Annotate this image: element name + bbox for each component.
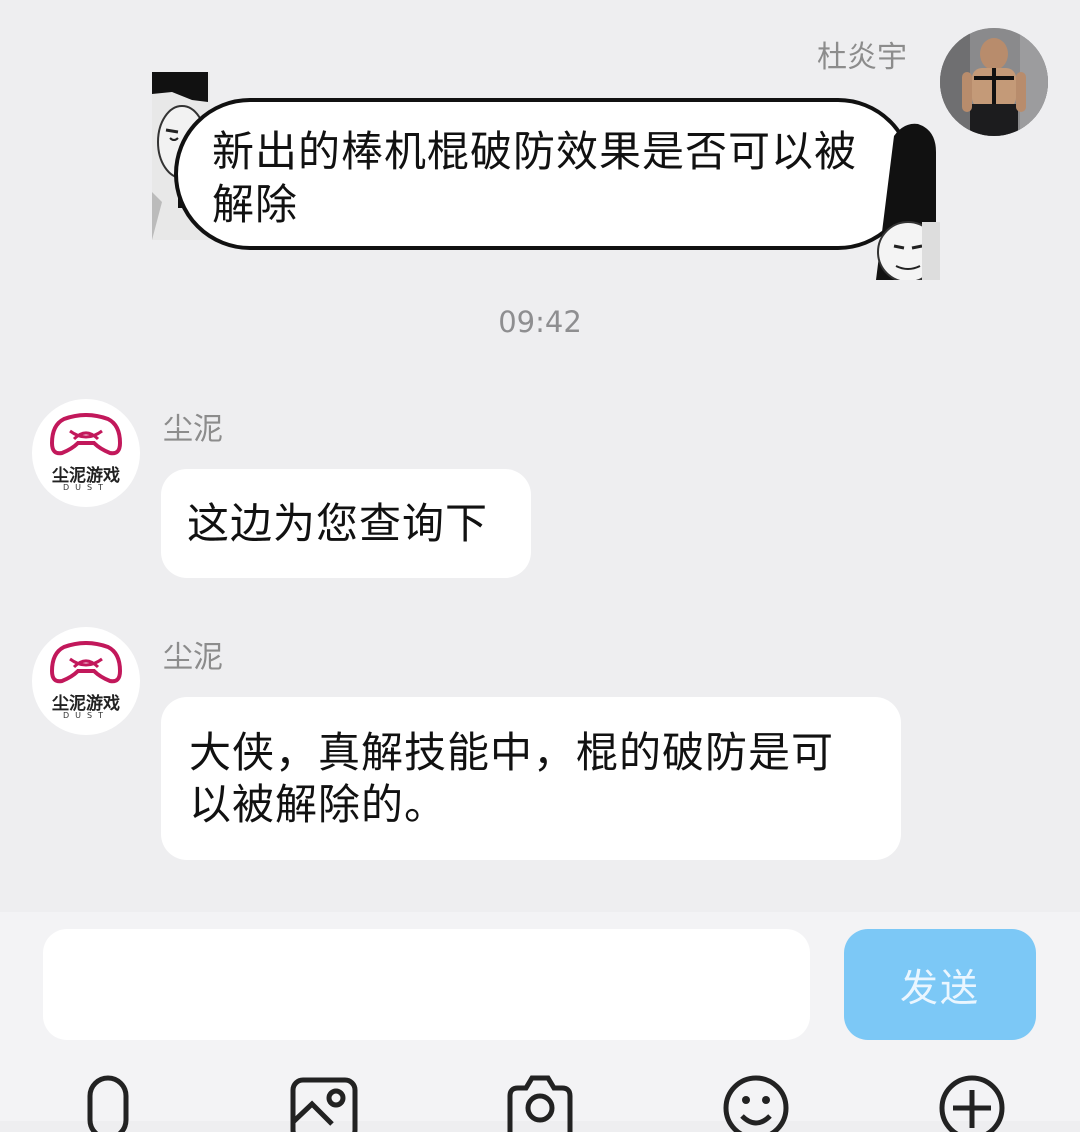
avatar-dust[interactable]: 尘泥游戏 DUST <box>32 399 140 507</box>
message-text-self: 新出的棒机棍破防效果是否可以被解除 <box>212 127 858 229</box>
avatar-self[interactable] <box>940 28 1048 136</box>
sender-name: 尘泥 <box>163 412 223 447</box>
sender-name-self: 杜炎宇 <box>817 40 907 75</box>
camera-icon[interactable] <box>504 1072 576 1132</box>
brand-logo-sub: DUST <box>63 711 109 720</box>
emoji-icon[interactable] <box>720 1072 792 1132</box>
plus-icon[interactable] <box>936 1072 1008 1132</box>
message-bubble[interactable]: 这边为您查询下 <box>161 469 531 578</box>
person-photo-icon <box>940 28 1048 136</box>
message-text: 大侠，真解技能中，棍的破防是可以被解除的。 <box>189 728 835 829</box>
sender-name: 尘泥 <box>163 640 223 675</box>
send-button[interactable]: 发送 <box>844 929 1036 1040</box>
message-bubble[interactable]: 大侠，真解技能中，棍的破防是可以被解除的。 <box>161 697 901 860</box>
message-input[interactable] <box>43 929 810 1040</box>
image-icon[interactable] <box>288 1072 360 1132</box>
message-text: 这边为您查询下 <box>187 499 489 548</box>
avatar-dust[interactable]: 尘泥游戏 DUST <box>32 627 140 735</box>
timestamp: 09:42 <box>498 305 582 339</box>
brand-logo-sub: DUST <box>63 483 109 492</box>
gamepad-logo-icon <box>50 641 122 684</box>
microphone-icon[interactable] <box>72 1072 144 1132</box>
gamepad-logo-icon <box>50 413 122 456</box>
